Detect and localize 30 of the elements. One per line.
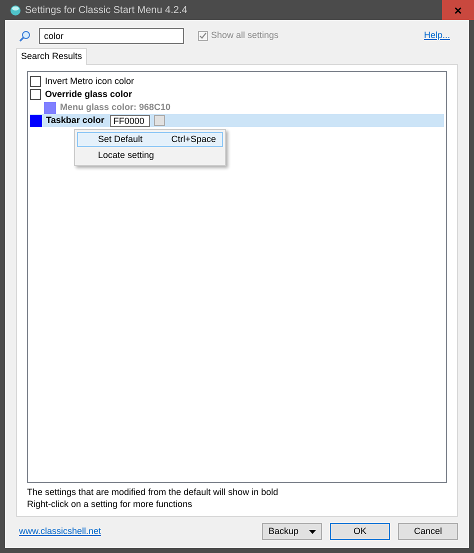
hint-text: The settings that are modified from the default will show in bold [27, 486, 280, 498]
color-value-field[interactable]: FF0000 [110, 114, 150, 126]
window-title: Settings for Classic Start Menu 4.2.4 [25, 4, 188, 18]
setting-label[interactable]: Invert Metro icon color [45, 74, 134, 88]
color-picker-button[interactable] [154, 115, 166, 126]
setting-row[interactable]: Taskbar color FF0000 [30, 114, 444, 127]
setting-label[interactable]: Taskbar color [46, 114, 104, 128]
search-field[interactable]: color [39, 28, 184, 44]
dialog-button[interactable]: Cancel [398, 523, 458, 540]
close-button[interactable]: × [442, 0, 474, 20]
menu-item-label: Set Default [98, 132, 143, 146]
checkmark-icon [199, 32, 207, 40]
menu-item-shortcut: Ctrl+Space [171, 132, 216, 146]
setting-row[interactable]: Invert Metro icon color [30, 75, 444, 88]
checkbox[interactable] [30, 76, 41, 87]
caret-icon [308, 530, 316, 534]
help-link[interactable]: Help... [424, 29, 450, 43]
menu-item[interactable]: Set Default Ctrl+Space [77, 132, 223, 147]
menu-item[interactable]: Locate setting [77, 148, 223, 163]
checkbox[interactable] [30, 89, 41, 100]
search-icon [19, 30, 31, 42]
tab[interactable]: Search Results [16, 48, 88, 65]
website-link[interactable]: www.classicshell.net [19, 524, 102, 538]
setting-row[interactable]: Override glass color [30, 88, 444, 101]
dropdown-button[interactable]: Backup [262, 523, 322, 540]
dialog-button[interactable]: OK [330, 523, 390, 540]
app-icon [10, 4, 21, 16]
hint-text: Right-click on a setting for more functions [27, 498, 194, 510]
menu-item-label: Locate setting [98, 148, 154, 162]
setting-label[interactable]: Override glass color [45, 88, 132, 102]
